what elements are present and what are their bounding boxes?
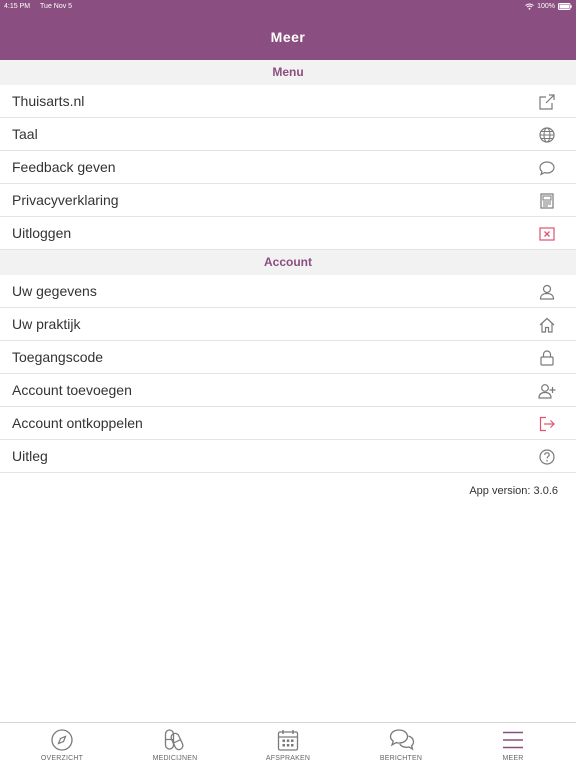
menu-item-uitloggen[interactable]: Uitloggen bbox=[0, 217, 576, 250]
external-link-icon bbox=[538, 93, 556, 111]
account-item-praktijk[interactable]: Uw praktijk bbox=[0, 308, 576, 341]
section-header-menu: Menu bbox=[0, 60, 576, 85]
status-time: 4:15 PM bbox=[4, 3, 31, 10]
menu-item-taal[interactable]: Taal bbox=[0, 118, 576, 151]
home-icon bbox=[538, 316, 556, 334]
app-version: App version: 3.0.6 bbox=[469, 485, 558, 497]
tab-label: AFSPRAKEN bbox=[265, 755, 311, 762]
menu-item-thuisarts[interactable]: Thuisarts.nl bbox=[0, 85, 576, 118]
battery-icon bbox=[558, 3, 572, 10]
globe-icon bbox=[538, 126, 556, 144]
pills-icon bbox=[163, 728, 187, 752]
logout-icon bbox=[538, 415, 556, 433]
menu-item-label: Uitloggen bbox=[12, 225, 72, 241]
menu-icon bbox=[501, 728, 525, 752]
compass-icon bbox=[50, 728, 74, 752]
account-item-label: Account toevoegen bbox=[12, 382, 132, 398]
account-item-ontkoppelen[interactable]: Account ontkoppelen bbox=[0, 407, 576, 440]
messages-icon bbox=[389, 728, 415, 752]
menu-item-label: Privacyverklaring bbox=[12, 192, 119, 208]
menu-item-label: Feedback geven bbox=[12, 159, 116, 175]
account-item-label: Toegangscode bbox=[12, 349, 104, 365]
app-header: 4:15 PM Tue Nov 5 100% Meer bbox=[0, 0, 576, 60]
menu-item-label: Taal bbox=[12, 126, 38, 142]
tab-meer[interactable]: MEER bbox=[456, 723, 570, 769]
battery-level: 100% bbox=[537, 3, 555, 10]
tab-afspraken[interactable]: AFSPRAKEN bbox=[231, 723, 345, 769]
help-icon bbox=[538, 448, 556, 466]
tab-label: MEER bbox=[502, 755, 524, 762]
tab-label: BERICHTEN bbox=[379, 755, 423, 762]
account-item-uitleg[interactable]: Uitleg bbox=[0, 440, 576, 473]
tab-label: MEDICIJNEN bbox=[152, 755, 198, 762]
account-item-label: Uitleg bbox=[12, 448, 48, 464]
account-item-toegangscode[interactable]: Toegangscode bbox=[0, 341, 576, 374]
status-date: Tue Nov 5 bbox=[40, 3, 73, 10]
tab-berichten[interactable]: BERICHTEN bbox=[344, 723, 458, 769]
menu-item-feedback[interactable]: Feedback geven bbox=[0, 151, 576, 184]
tab-overzicht[interactable]: OVERZICHT bbox=[5, 723, 119, 769]
account-item-label: Account ontkoppelen bbox=[12, 415, 143, 431]
lock-icon bbox=[538, 349, 556, 367]
menu-item-privacy[interactable]: Privacyverklaring bbox=[0, 184, 576, 217]
account-item-toevoegen[interactable]: Account toevoegen bbox=[0, 374, 576, 407]
wifi-icon bbox=[525, 3, 534, 10]
document-icon bbox=[538, 192, 556, 210]
menu-item-label: Thuisarts.nl bbox=[12, 93, 85, 109]
calendar-icon bbox=[276, 728, 300, 752]
add-user-icon bbox=[538, 382, 556, 400]
section-header-account: Account bbox=[0, 250, 576, 275]
user-icon bbox=[538, 283, 556, 301]
tab-bar: OVERZICHT MEDICIJNEN AFSPRAKEN BERICHTEN… bbox=[0, 722, 576, 768]
tab-label: OVERZICHT bbox=[40, 755, 84, 762]
close-box-icon bbox=[538, 225, 556, 243]
tab-medicijnen[interactable]: MEDICIJNEN bbox=[118, 723, 232, 769]
account-item-label: Uw gegevens bbox=[12, 283, 97, 299]
status-bar: 4:15 PM Tue Nov 5 100% bbox=[0, 0, 576, 13]
page-title: Meer bbox=[270, 29, 306, 45]
account-item-label: Uw praktijk bbox=[12, 316, 81, 332]
account-item-gegevens[interactable]: Uw gegevens bbox=[0, 275, 576, 308]
chat-bubble-icon bbox=[538, 159, 556, 177]
